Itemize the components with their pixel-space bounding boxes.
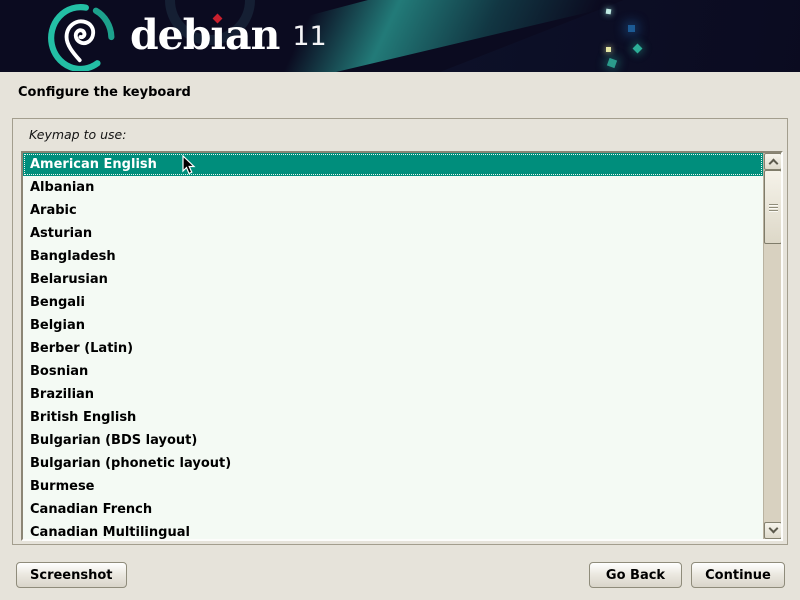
list-item[interactable]: British English: [23, 406, 763, 429]
list-item[interactable]: Bulgarian (BDS layout): [23, 429, 763, 452]
list-item[interactable]: Brazilian: [23, 383, 763, 406]
scrollbar-grip-icon: [769, 204, 778, 213]
list-item[interactable]: Burmese: [23, 475, 763, 498]
installer-banner: debıan 11: [0, 0, 800, 72]
list-item[interactable]: Albanian: [23, 176, 763, 199]
page-title: Configure the keyboard: [18, 85, 191, 100]
list-item[interactable]: Bosnian: [23, 360, 763, 383]
list-item[interactable]: Canadian French: [23, 498, 763, 521]
go-back-button[interactable]: Go Back: [589, 562, 682, 588]
scrollbar-thumb[interactable]: [764, 170, 782, 244]
keymap-listbox: American EnglishAlbanianArabicAsturianBa…: [21, 151, 783, 541]
banner-square-decoration: [628, 25, 635, 32]
list-item[interactable]: Belarusian: [23, 268, 763, 291]
continue-button[interactable]: Continue: [691, 562, 785, 588]
list-item[interactable]: Bangladesh: [23, 245, 763, 268]
list-item[interactable]: Arabic: [23, 199, 763, 222]
screenshot-button[interactable]: Screenshot: [16, 562, 127, 588]
banner-square-decoration: [606, 47, 611, 52]
chevron-down-icon: [768, 524, 778, 534]
vertical-scrollbar[interactable]: [763, 153, 781, 539]
banner-square-decoration: [606, 9, 612, 15]
keymap-label: Keymap to use:: [29, 127, 126, 142]
list-item[interactable]: Bulgarian (phonetic layout): [23, 452, 763, 475]
list-item[interactable]: Berber (Latin): [23, 337, 763, 360]
list-item[interactable]: Asturian: [23, 222, 763, 245]
keymap-list: American EnglishAlbanianArabicAsturianBa…: [23, 153, 763, 539]
mouse-cursor-icon: [182, 155, 196, 175]
scroll-up-button[interactable]: [764, 153, 782, 170]
brand-lockup: debıan 11: [130, 6, 327, 64]
scroll-down-button[interactable]: [764, 522, 782, 539]
debian-swirl-logo-icon: [42, 3, 122, 71]
brand-version: 11: [292, 21, 326, 52]
list-item[interactable]: Canadian Multilingual: [23, 521, 763, 539]
list-item[interactable]: Belgian: [23, 314, 763, 337]
keymap-panel: Keymap to use: American EnglishAlbanianA…: [12, 118, 788, 545]
list-item[interactable]: American English: [23, 153, 763, 176]
chevron-up-icon: [768, 159, 778, 169]
brand-name: debıan: [130, 6, 279, 64]
list-item[interactable]: Bengali: [23, 291, 763, 314]
